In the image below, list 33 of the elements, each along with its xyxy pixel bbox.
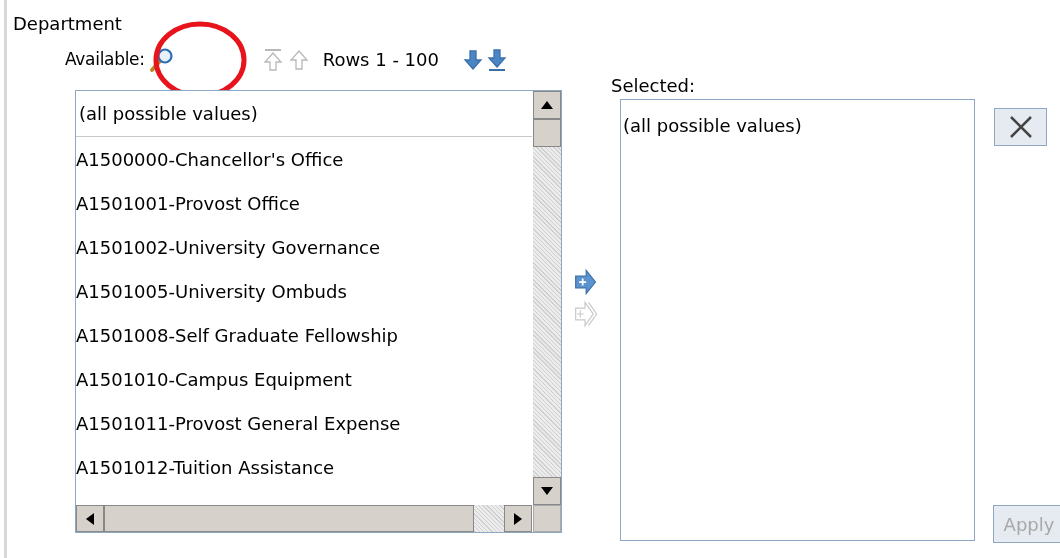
right-triangle-icon: [514, 512, 522, 525]
scroll-thumb[interactable]: [533, 119, 561, 147]
list-item[interactable]: A1501010-Campus Equipment: [76, 357, 532, 401]
down-arrow-icon[interactable]: [462, 47, 483, 72]
up-triangle-icon: [541, 101, 553, 109]
list-item[interactable]: A1501002-University Governance: [76, 225, 532, 269]
add-arrow-icon[interactable]: [573, 268, 597, 296]
list-item[interactable]: (all possible values): [623, 112, 972, 138]
list-item[interactable]: (all possible values): [76, 91, 532, 137]
list-item[interactable]: A1501001-Provost Office: [76, 181, 532, 225]
search-icon[interactable]: [148, 46, 175, 73]
section-title: Department: [13, 12, 122, 36]
list-item[interactable]: A1501005-University Ombuds: [76, 269, 532, 313]
scroll-thumb[interactable]: [104, 505, 474, 532]
scroll-down-button[interactable]: [533, 477, 561, 505]
down-triangle-icon: [541, 487, 553, 495]
rows-range: Rows 1 - 100: [322, 48, 439, 72]
bottom-arrow-icon[interactable]: [486, 47, 507, 72]
scrollbar-corner: [533, 505, 561, 532]
list-item[interactable]: A1501011-Provost General Expense: [76, 401, 532, 445]
left-triangle-icon: [86, 512, 94, 525]
close-icon: [1007, 114, 1034, 140]
scroll-right-button[interactable]: [504, 505, 532, 532]
remove-button[interactable]: [994, 108, 1047, 146]
horizontal-scrollbar[interactable]: [76, 505, 532, 532]
available-label: Available:: [65, 47, 145, 71]
list-item[interactable]: A1500000-Chancellor's Office: [76, 137, 532, 181]
vertical-scrollbar[interactable]: [533, 91, 561, 505]
list-item[interactable]: A1501008-Self Graduate Fellowship: [76, 313, 532, 357]
selected-label: Selected:: [611, 74, 696, 98]
list-item[interactable]: A1501012-Tuition Assistance: [76, 445, 532, 489]
scroll-left-button[interactable]: [76, 505, 104, 532]
scroll-up-button[interactable]: [533, 91, 561, 119]
